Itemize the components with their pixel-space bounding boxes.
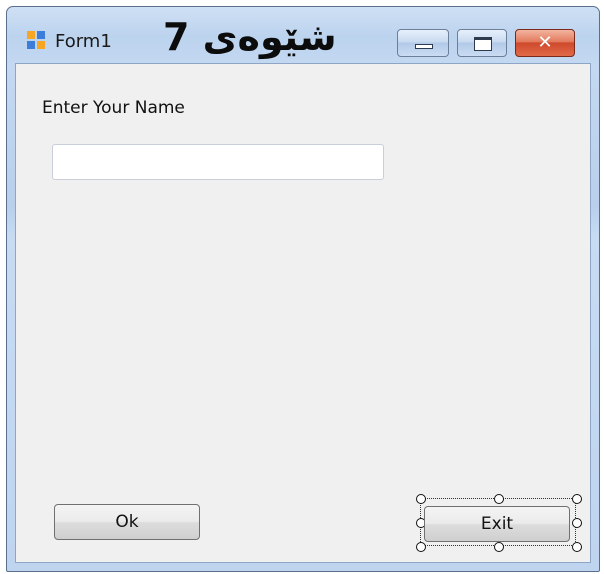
resize-handle-top[interactable] bbox=[494, 494, 504, 504]
resize-handle-top-left[interactable] bbox=[416, 494, 426, 504]
maximize-icon bbox=[474, 37, 492, 51]
close-icon: ✕ bbox=[537, 32, 553, 53]
name-input[interactable] bbox=[52, 144, 384, 180]
maximize-button[interactable] bbox=[457, 29, 507, 57]
resize-handle-bottom[interactable] bbox=[494, 542, 504, 552]
minimize-icon bbox=[415, 44, 433, 49]
app-icon bbox=[27, 31, 45, 49]
resize-handle-top-right[interactable] bbox=[572, 494, 582, 504]
form-client-area: Enter Your Name Ok Exit bbox=[15, 63, 591, 563]
minimize-button[interactable] bbox=[397, 29, 449, 57]
resize-handle-right[interactable] bbox=[572, 518, 582, 528]
form-window: Form1 شێوەی 7 ✕ Enter Your Name Ok Exit bbox=[6, 6, 600, 572]
exit-button[interactable]: Exit bbox=[424, 506, 570, 542]
resize-handle-bottom-left[interactable] bbox=[416, 542, 426, 552]
resize-handle-bottom-right[interactable] bbox=[572, 542, 582, 552]
name-label: Enter Your Name bbox=[42, 98, 185, 118]
close-button[interactable]: ✕ bbox=[515, 29, 575, 57]
title-bar[interactable]: Form1 شێوەی 7 ✕ bbox=[7, 7, 599, 59]
title-overlay-text: شێوەی 7 bbox=[163, 15, 337, 59]
ok-button[interactable]: Ok bbox=[54, 504, 200, 540]
window-title: Form1 bbox=[55, 31, 112, 52]
